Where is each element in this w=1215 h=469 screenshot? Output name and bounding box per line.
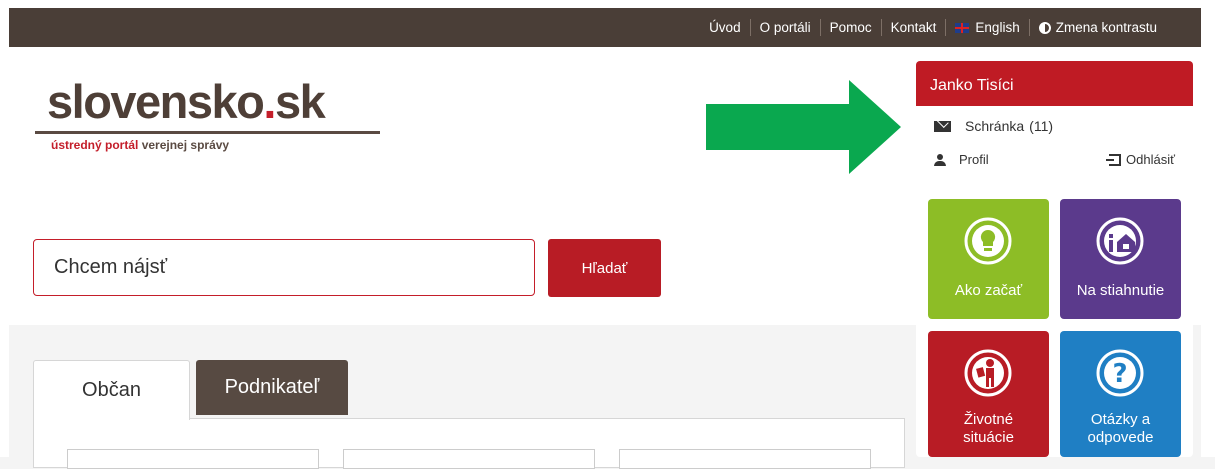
logo-wordmark: slovensko.sk [47,73,326,131]
envelope-icon [934,120,951,132]
uk-flag-icon [955,22,970,33]
language-label: English [975,20,1020,35]
panel-card[interactable] [619,449,871,469]
search-button[interactable]: Hľadať [548,239,661,297]
nav-divider [819,19,821,36]
tile-otazky-a-odpovede[interactable]: ? Otázky a odpovede [1060,331,1181,457]
nav-divider [945,19,947,36]
frame-left [0,0,9,457]
nav-link-kontakt[interactable]: Kontakt [891,20,937,35]
lightbulb-icon [964,217,1012,265]
nav-link-o-portali[interactable]: O portáli [760,20,811,35]
person-icon [964,349,1012,397]
nav-divider [880,19,882,36]
tab-obcan[interactable]: Občan [33,360,190,420]
nav-link-pomoc[interactable]: Pomoc [830,20,872,35]
logout-icon [1106,153,1122,166]
nav-link-uvod[interactable]: Úvod [709,20,741,35]
contrast-icon [1038,21,1051,34]
user-panel: Janko Tisíci Schránka (11) Profil Odhlás… [916,61,1193,178]
logo-tagline-red: ústredný portál [51,138,139,152]
tile-label: Na stiahnutie [1076,282,1165,299]
nav-divider [1028,19,1030,36]
tile-label-line1: Otázky a [1090,411,1151,428]
logo-dot: . [263,75,276,128]
logo-main-text: slovensko [47,75,265,128]
contrast-toggle[interactable]: Zmena kontrastu [1038,20,1157,35]
search-input[interactable]: Chcem nájsť [33,239,535,296]
logo-tagline: ústredný portál verejnej správy [51,138,229,152]
inbox-label: Schránka [965,118,1025,134]
language-link-english[interactable]: English [955,20,1020,35]
tile-label-line1: Životné [963,411,1014,428]
frame-right [1201,0,1215,457]
site-logo[interactable]: slovensko.sk ústredný portál verejnej sp… [35,73,380,152]
profile-label: Profil [959,152,989,167]
tile-label-line2: odpovede [1087,429,1154,446]
inbox-link[interactable]: Schránka (11) [934,118,1053,134]
tile-na-stiahnutie[interactable]: Na stiahnutie [1060,199,1181,319]
tab-podnikatel[interactable]: Podnikateľ [196,360,348,415]
logout-link[interactable]: Odhlásiť [1106,152,1175,167]
frame-top [0,0,1215,8]
inbox-count: (11) [1029,118,1054,134]
svg-text:?: ? [1112,359,1127,389]
top-bar: Úvod O portáli Pomoc Kontakt English Zme… [9,8,1201,47]
green-arrow-annotation [706,80,901,174]
user-name[interactable]: Janko Tisíci [916,61,1193,106]
logo-tld: sk [274,75,326,128]
info-house-icon [1096,217,1144,265]
panel-card[interactable] [67,449,319,469]
tile-zivotne-situacie[interactable]: Životné situácie [928,331,1049,457]
nav-divider [749,19,751,36]
question-icon: ? [1096,349,1144,397]
user-icon [934,153,946,166]
panel-card[interactable] [343,449,595,469]
tile-ako-zacat[interactable]: Ako začať [928,199,1049,319]
tile-label-line2: situácie [963,429,1014,446]
search-placeholder: Chcem nájsť [54,256,168,278]
tile-label: Ako začať [954,282,1023,299]
contrast-label: Zmena kontrastu [1055,20,1157,35]
top-nav: Úvod O portáli Pomoc Kontakt English Zme… [709,8,1157,47]
logo-underline [35,131,380,134]
logout-label: Odhlásiť [1126,152,1175,167]
profile-link[interactable]: Profil [934,152,989,167]
logo-tagline-rest: verejnej správy [138,138,230,152]
